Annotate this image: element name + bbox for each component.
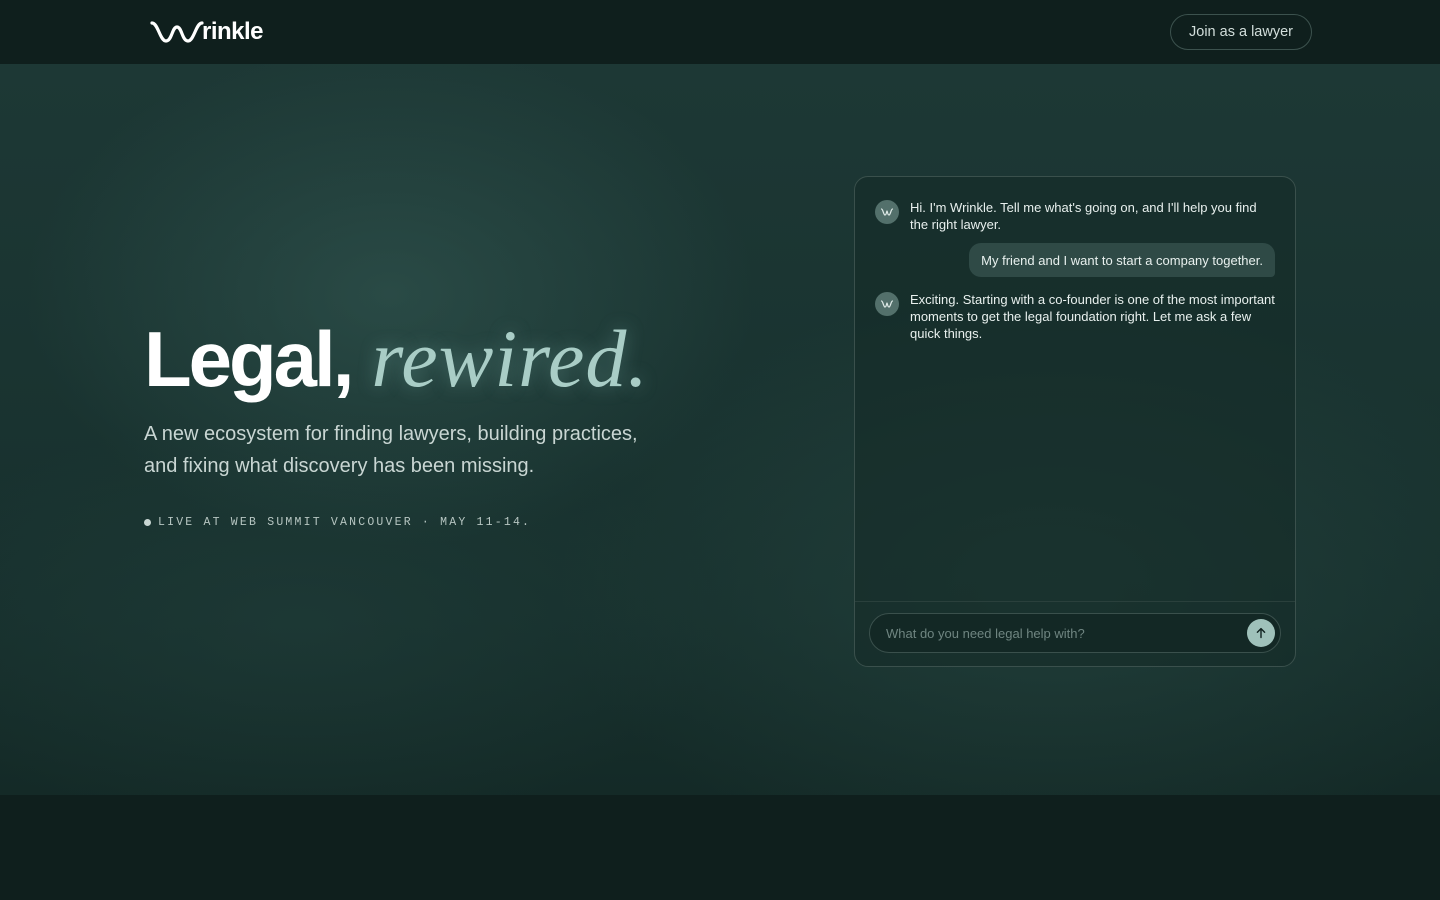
subtitle-line: A new ecosystem for finding lawyers, bui… [144, 423, 638, 445]
headline-bold: Legal, [144, 315, 354, 403]
bot-avatar [875, 200, 899, 224]
user-message: My friend and I want to start a company … [969, 243, 1275, 277]
logo-text: rinkle [202, 18, 264, 45]
bot-message: Hi. I'm Wrinkle. Tell me what's going on… [875, 199, 1275, 233]
subtitle-line: and fixing what discovery has been missi… [144, 455, 535, 477]
chat-widget: Hi. I'm Wrinkle. Tell me what's going on… [854, 176, 1296, 667]
wave-w-icon [150, 21, 204, 43]
chat-input-bar [869, 613, 1281, 653]
join-as-lawyer-button[interactable]: Join as a lawyer [1170, 14, 1312, 50]
bot-message-text: Exciting. Starting with a co-founder is … [910, 292, 1275, 341]
live-dot-icon [144, 518, 151, 526]
hero-headline: Legal, rewired. [144, 312, 649, 404]
bot-message: Exciting. Starting with a co-founder is … [875, 291, 1275, 342]
arrow-up-icon [1256, 627, 1266, 639]
headline-italic: rewired. [371, 313, 649, 404]
bot-message-text: Hi. I'm Wrinkle. Tell me what's going on… [910, 200, 1257, 232]
hero-subtitle: A new ecosystem for finding lawyers, bui… [144, 418, 704, 482]
wave-w-icon [881, 300, 893, 308]
bot-avatar [875, 292, 899, 316]
chat-divider [855, 601, 1295, 602]
send-button[interactable] [1247, 619, 1275, 647]
legal-help-input[interactable] [886, 614, 1236, 652]
top-navigation: rinkle Join as a lawyer [0, 0, 1440, 64]
wrinkle-logo[interactable]: rinkle [150, 16, 264, 48]
wave-w-icon [881, 208, 893, 216]
live-event-text: LIVE AT WEB SUMMIT VANCOUVER · MAY 11-14… [158, 515, 532, 529]
footer-band [0, 795, 1440, 900]
live-event-note: LIVE AT WEB SUMMIT VANCOUVER · MAY 11-14… [144, 514, 531, 530]
